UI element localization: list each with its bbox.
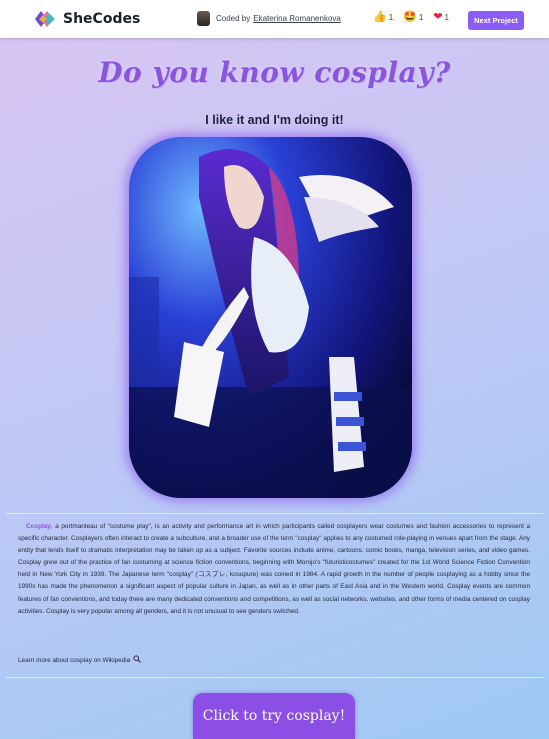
brand-name: SheCodes xyxy=(63,11,141,27)
reaction-thumbs-up[interactable]: 👍 1 xyxy=(373,12,393,23)
author-avatar xyxy=(197,11,210,26)
heart-icon: ❤ xyxy=(433,11,443,23)
divider xyxy=(6,513,543,514)
cosplay-term: Cosplay xyxy=(26,523,51,530)
next-project-button[interactable]: Next Project xyxy=(468,11,524,30)
magnifier-icon xyxy=(133,655,142,665)
page-title: Do you know cosplay? xyxy=(98,56,451,89)
wikipedia-link[interactable]: Learn more about cosplay on Wikipedia xyxy=(18,655,142,665)
page-subtitle: I like it and I'm doing it! xyxy=(205,113,344,127)
description-body: , a portmanteau of "costume play", is an… xyxy=(18,523,530,615)
reaction-count: 1 xyxy=(444,13,449,22)
reaction-count: 1 xyxy=(418,13,424,22)
divider xyxy=(6,677,543,678)
reaction-star-struck[interactable]: 🤩 1 xyxy=(403,12,423,23)
credit: Coded by Ekaterina Romanenkova xyxy=(197,11,341,26)
thumbs-up-icon: 👍 xyxy=(373,11,387,23)
author-link[interactable]: Ekaterina Romanenkova xyxy=(253,14,341,23)
cosplay-photo xyxy=(129,137,412,498)
shecodes-logo[interactable]: SheCodes xyxy=(33,8,140,30)
try-cosplay-button[interactable]: Click to try cosplay! xyxy=(193,693,355,739)
wikipedia-link-label: Learn more about cosplay on Wikipedia xyxy=(18,656,131,664)
reaction-heart[interactable]: ❤ 1 xyxy=(433,12,449,23)
shecodes-logo-icon xyxy=(33,8,57,30)
reaction-count: 1 xyxy=(388,13,394,22)
star-struck-icon: 🤩 xyxy=(403,11,417,23)
top-navbar: SheCodes Coded by Ekaterina Romanenkova … xyxy=(0,0,549,38)
cosplay-description: Cosplay, a portmanteau of "costume play"… xyxy=(18,521,530,618)
coded-by-label: Coded by xyxy=(216,14,251,23)
reactions: 👍 1 🤩 1 ❤ 1 xyxy=(373,12,449,23)
